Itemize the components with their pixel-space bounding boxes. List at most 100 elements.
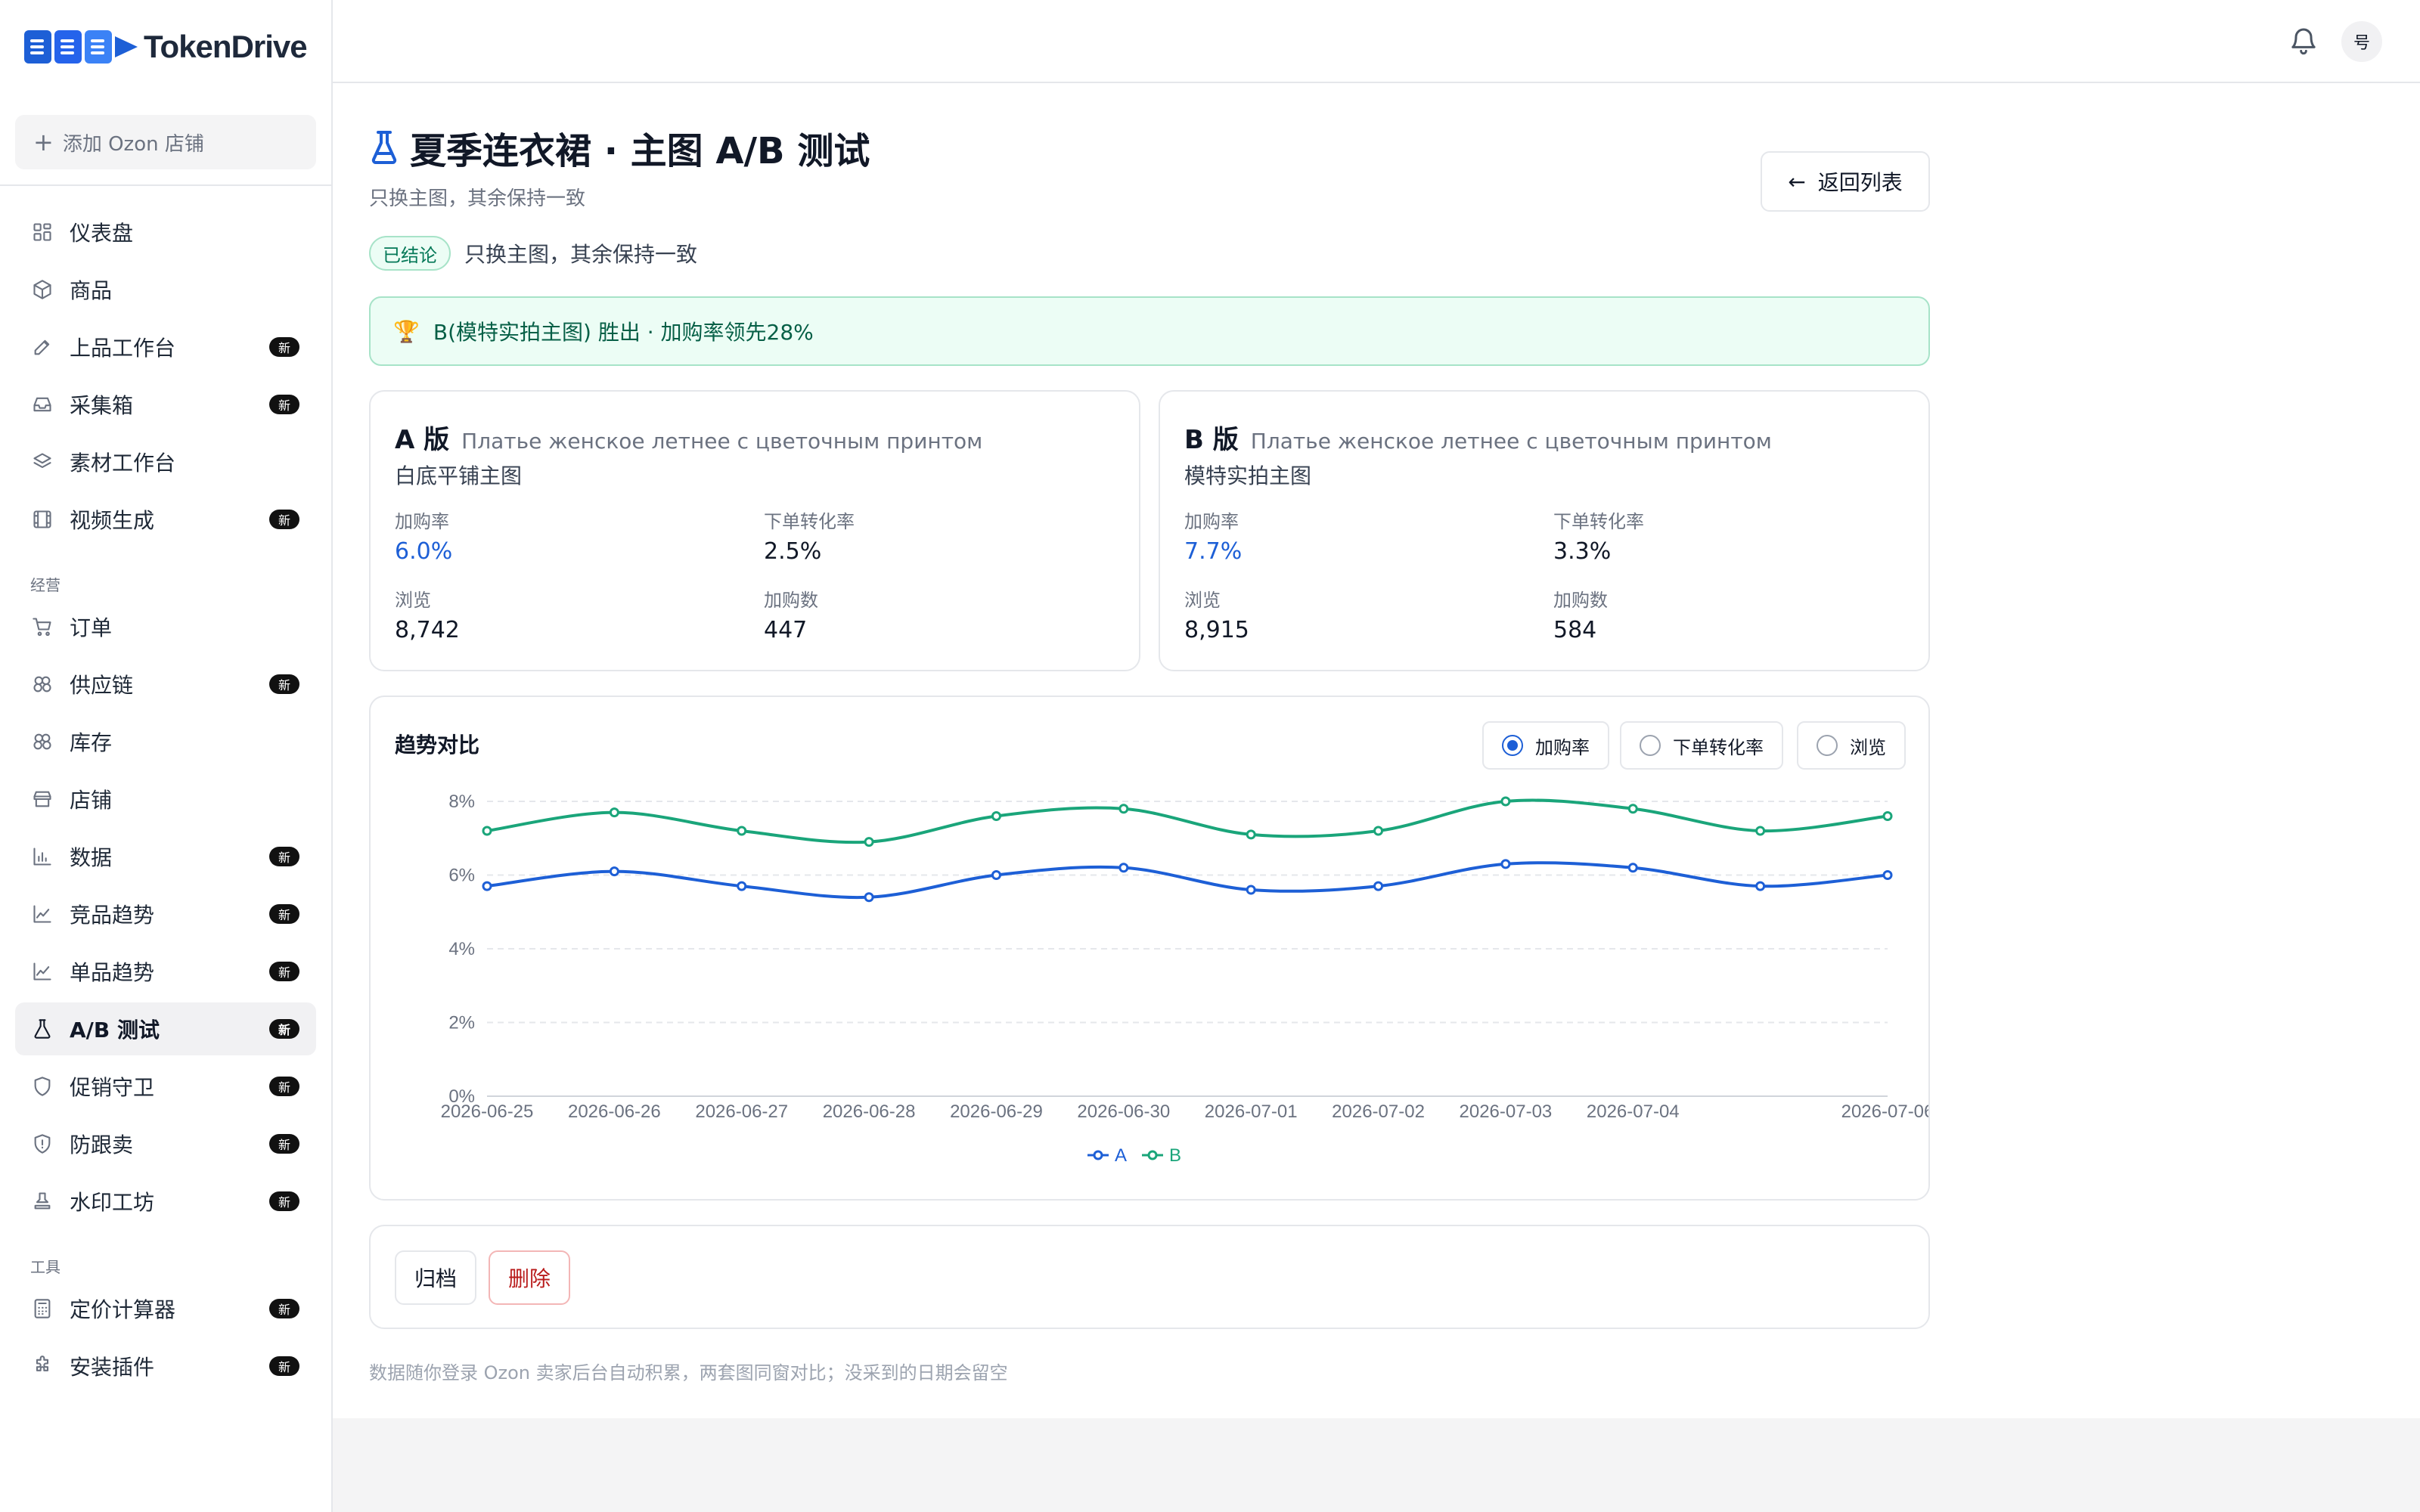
sidebar-item-label: 防跟卖 [70,1132,134,1157]
avatar[interactable]: 号 [2341,21,2382,62]
delete-button[interactable]: 删除 [489,1250,570,1305]
data-point-A [1500,859,1511,869]
sidebar-item-boxes[interactable]: 供应链 新 [15,658,316,711]
series-line-A [486,861,1888,900]
sidebar-item-store[interactable]: 店铺 [15,773,316,826]
new-badge: 新 [269,847,299,866]
sidebar-item-label: 仪表盘 [70,221,134,246]
sidebar-item-layers[interactable]: 素材工作台 [15,435,316,488]
series-line-B [486,798,1888,844]
brand-logo[interactable]: TokenDrive [24,23,308,71]
x-tick-label: 2026-07-02 [1332,1101,1425,1122]
new-badge: 新 [269,1356,299,1376]
add-store-button[interactable]: + 添加 Ozon 店铺 [15,115,316,169]
back-to-list-button[interactable]: ← 返回列表 [1761,151,1930,212]
data-point-A [482,881,492,891]
sidebar-item-edit[interactable]: 上品工作台 新 [15,321,316,373]
metric-label: 浏览 [395,590,431,611]
sidebar-item-bar-chart[interactable]: 数据 新 [15,830,316,883]
shield-alert-icon [32,1133,53,1154]
sidebar-item-label: 单品趋势 [70,960,155,985]
new-badge: 新 [269,674,299,694]
variant-a-card: A 版 Платье женское летнее с цветочным пр… [369,390,1140,671]
status-text: 只换主图，其余保持一致 [464,242,698,267]
sidebar-section-label: 经营 [30,576,60,594]
sidebar-item-trend[interactable]: 竞品趋势 新 [15,888,316,940]
bell-icon[interactable] [2288,24,2319,57]
flask-icon [32,1018,53,1040]
back-to-list-label: 返回列表 [1817,170,1903,195]
metric-value-add-to-cart-count: 584 [1553,617,1597,643]
sidebar-item-shield-alert[interactable]: 防跟卖 新 [15,1117,316,1170]
variant-b-description: 模特实拍主图 [1184,463,1312,488]
sidebar-item-cart[interactable]: 订单 [15,600,316,653]
status-badge: 已结论 [369,236,451,271]
sidebar-item-label: 订单 [70,615,113,640]
metric-label: 加购率 [1184,511,1239,532]
metric-label: 下单转化率 [1553,511,1644,532]
x-tick-label: 2026-06-26 [568,1101,661,1122]
x-tick-label: 2026-07-03 [1460,1101,1553,1122]
sidebar-item-boxes[interactable]: 库存 [15,715,316,768]
bar-chart-icon [32,846,53,867]
data-point-A [1373,881,1384,891]
new-badge: 新 [269,904,299,924]
data-point-A [1755,881,1766,891]
new-badge: 新 [269,1191,299,1211]
sidebar-item-trend[interactable]: 单品趋势 新 [15,945,316,998]
legend-marker-A [1093,1150,1103,1160]
add-store-label: 添加 Ozon 店铺 [62,132,204,156]
sidebar-item-label: 水印工坊 [70,1190,155,1215]
data-point-A [991,870,1001,880]
metric-label: 浏览 [1184,590,1221,611]
x-tick-label: 2026-07-01 [1205,1101,1298,1122]
metric-value-views: 8,915 [1184,617,1249,643]
edit-icon [32,336,53,358]
metric-label: 加购数 [1553,590,1608,611]
new-badge: 新 [269,510,299,529]
variant-a-name: A 版 [395,425,450,455]
page-title-text: 夏季连衣裙 · 主图 A/B 测试 [410,130,870,172]
sidebar-item-label: 视频生成 [70,508,155,533]
sidebar-item-box[interactable]: 商品 [15,263,316,316]
plus-icon: + [33,128,54,156]
metric-value-order-rate: 2.5% [764,538,822,565]
sidebar-item-calculator[interactable]: 定价计算器 新 [15,1282,316,1335]
metric-label: 加购率 [395,511,449,532]
film-icon [32,509,53,530]
sidebar-item-dashboard[interactable]: 仪表盘 [15,206,316,259]
sidebar-item-stamp[interactable]: 水印工坊 新 [15,1175,316,1228]
data-point-A [1118,863,1129,873]
sidebar-item-inbox[interactable]: 采集箱 新 [15,378,316,431]
metric-value-add-to-cart-rate: 6.0% [395,538,453,565]
store-icon [32,789,53,810]
sidebar-item-label: 上品工作台 [70,336,176,361]
page-subtitle: 只换主图，其余保持一致 [369,187,586,210]
data-point-B [1500,796,1511,807]
new-badge: 新 [269,1019,299,1039]
brand-name: TokenDrive [144,29,308,64]
y-tick-label: 6% [448,866,475,886]
sidebar-item-film[interactable]: 视频生成 新 [15,493,316,546]
boxes-icon [32,731,53,752]
new-badge: 新 [269,1077,299,1096]
data-point-A [609,866,619,877]
trend-icon [32,903,53,925]
sidebar-item-label: 安装插件 [70,1355,155,1380]
metric-value-add-to-cart-count: 447 [764,617,808,643]
actions-card: 归档 删除 [369,1225,1930,1329]
sidebar-item-label: 库存 [70,730,113,755]
variant-b-card: B 版 Платье женское летнее с цветочным пр… [1159,390,1930,671]
logo-icon [24,30,138,64]
archive-button[interactable]: 归档 [395,1250,476,1305]
sidebar-item-flask[interactable]: A/B 测试 新 [15,1002,316,1055]
metric-label: 加购数 [764,590,818,611]
sidebar-item-label: 定价计算器 [70,1297,176,1322]
data-point-B [864,837,874,847]
sidebar-item-puzzle[interactable]: 安装插件 新 [15,1340,316,1393]
legend-label: A [1115,1145,1127,1166]
x-tick-label: 2026-06-25 [441,1101,534,1122]
variant-a-product-title: Платье женское летнее с цветочным принто… [461,429,983,454]
inbox-icon [32,394,53,415]
sidebar-item-shield[interactable]: 促销守卫 新 [15,1060,316,1113]
